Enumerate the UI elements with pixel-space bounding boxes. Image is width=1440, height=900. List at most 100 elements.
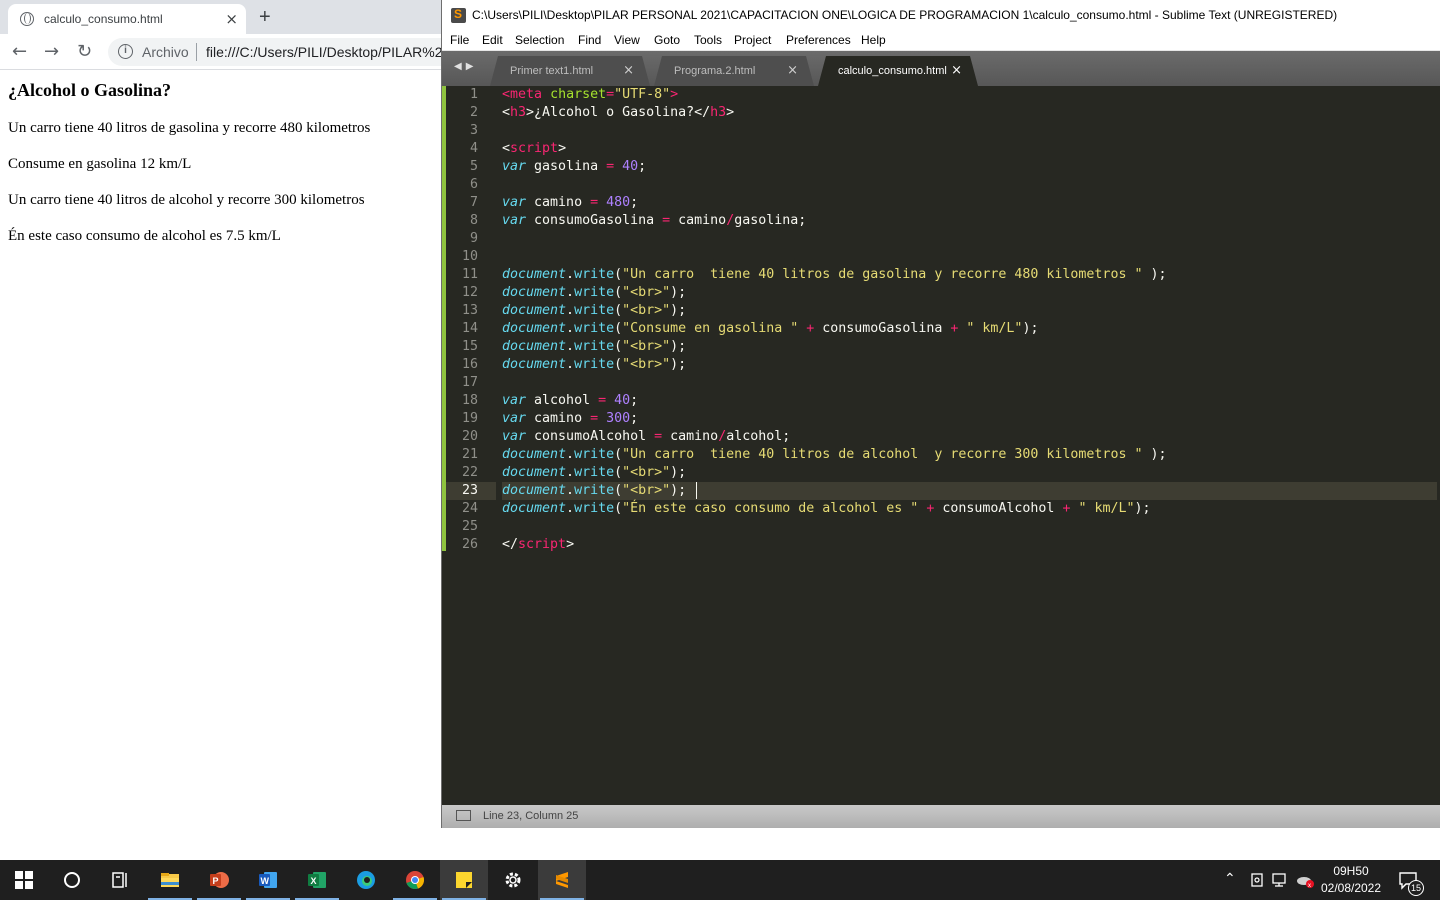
task-view-button[interactable]	[96, 860, 144, 900]
code-line[interactable]	[502, 230, 1437, 248]
tab-scroll-arrows-icon[interactable]: ◀▶	[454, 61, 477, 72]
code-line[interactable]: document.write("<br>");	[502, 482, 1437, 500]
code-line[interactable]: document.write("<br>");	[502, 338, 1437, 356]
close-tab-icon[interactable]: ×	[787, 63, 798, 78]
info-icon[interactable]: i	[118, 44, 133, 59]
menu-help[interactable]: Help	[861, 33, 886, 47]
sticky-notes-button[interactable]	[440, 860, 488, 900]
code-line[interactable]: var gasolina = 40;	[502, 158, 1437, 176]
location-icon[interactable]	[1250, 872, 1264, 888]
excel-button[interactable]: X	[293, 860, 341, 900]
code-line[interactable]	[502, 176, 1437, 194]
code-token: );	[1142, 267, 1167, 282]
taskbar-clock[interactable]: 09H50 02/08/2022	[1318, 863, 1384, 897]
sublime-window: C:\Users\PILI\Desktop\PILAR PERSONAL 202…	[441, 0, 1440, 828]
new-tab-button[interactable]: +	[259, 6, 271, 29]
code-line[interactable]: document.write("Un carro tiene 40 litros…	[502, 266, 1437, 284]
code-area[interactable]: <meta charset="UTF-8"> <h3>¿Alcohol o Gas…	[502, 86, 1437, 554]
menu-edit[interactable]: Edit	[482, 33, 503, 47]
menu-preferences[interactable]: Preferences	[786, 33, 851, 47]
code-line[interactable]: document.write("Én este caso consumo de …	[502, 500, 1437, 518]
code-line[interactable]: var alcohol = 40;	[502, 392, 1437, 410]
code-token: (	[614, 465, 623, 480]
code-line[interactable]	[502, 374, 1437, 392]
code-line[interactable]: <meta charset="UTF-8">	[502, 86, 1437, 104]
onedrive-error-icon[interactable]: x	[1296, 872, 1314, 888]
windows-start-button[interactable]	[0, 860, 48, 900]
code-token: write	[574, 303, 615, 318]
menu-project[interactable]: Project	[734, 33, 771, 47]
code-token: document	[502, 357, 567, 372]
word-button[interactable]: W	[244, 860, 292, 900]
chrome-button[interactable]	[391, 860, 439, 900]
editor-tab[interactable]: Primer text1.html ×	[490, 56, 650, 86]
code-line[interactable]	[502, 248, 1437, 266]
forward-arrow-icon[interactable]: →	[44, 41, 59, 62]
menu-goto[interactable]: Goto	[654, 33, 680, 47]
network-icon[interactable]	[1272, 872, 1290, 888]
settings-button[interactable]	[489, 860, 537, 900]
address-bar[interactable]: i Archivo file:///C:/Users/PILI/Desktop/…	[108, 38, 448, 66]
address-url[interactable]: file:///C:/Users/PILI/Desktop/PILAR%20PE…	[206, 44, 448, 60]
editor-tab-active[interactable]: calculo_consumo.html ×	[818, 56, 978, 86]
menu-find[interactable]: Find	[578, 33, 601, 47]
code-token: );	[670, 483, 687, 498]
close-tab-icon[interactable]: ×	[951, 63, 962, 78]
menu-selection[interactable]: Selection	[515, 33, 564, 47]
menu-view[interactable]: View	[614, 33, 640, 47]
code-line[interactable]: var camino = 300;	[502, 410, 1437, 428]
chevron-up-icon[interactable]: ⌃	[1224, 870, 1236, 887]
sublime-window-title: C:\Users\PILI\Desktop\PILAR PERSONAL 202…	[472, 8, 1338, 22]
powerpoint-button[interactable]: P	[195, 860, 243, 900]
code-token: "<br>"	[622, 357, 671, 372]
line-number: 8	[469, 213, 478, 228]
code-line[interactable]: document.write("Un carro tiene 40 litros…	[502, 446, 1437, 464]
browser-tab[interactable]: calculo_consumo.html ×	[8, 4, 246, 34]
code-token: var	[502, 213, 527, 228]
code-line[interactable]: document.write("<br>");	[502, 356, 1437, 374]
code-line[interactable]: <script>	[502, 140, 1437, 158]
close-tab-icon[interactable]: ×	[225, 10, 238, 28]
sticky-note-icon	[456, 872, 472, 888]
line-number: 15	[461, 339, 478, 354]
code-line[interactable]: var camino = 480;	[502, 194, 1437, 212]
windows-logo-icon	[15, 871, 33, 889]
folder-icon	[161, 873, 179, 887]
code-token: alcohol;	[726, 429, 791, 444]
code-token: .	[566, 465, 575, 480]
console-toggle-icon[interactable]	[456, 810, 471, 821]
menu-tools[interactable]: Tools	[694, 33, 722, 47]
line-number: 7	[469, 195, 478, 210]
code-line[interactable]	[502, 518, 1437, 536]
cortana-search-button[interactable]	[48, 860, 96, 900]
line-number: 26	[461, 537, 478, 552]
code-line[interactable]: document.write("<br>");	[502, 284, 1437, 302]
code-line[interactable]: var consumoAlcohol = camino/alcohol;	[502, 428, 1437, 446]
file-explorer-button[interactable]	[146, 860, 194, 900]
code-token: " km/L"	[966, 321, 1023, 336]
code-token: 480	[606, 195, 631, 210]
code-line[interactable]: var consumoGasolina = camino/gasolina;	[502, 212, 1437, 230]
code-line[interactable]: document.write("Consume en gasolina " + …	[502, 320, 1437, 338]
edge-button[interactable]	[342, 860, 390, 900]
code-line[interactable]	[502, 122, 1437, 140]
sublime-text-button[interactable]	[538, 860, 586, 900]
code-line[interactable]: </script>	[502, 536, 1437, 554]
back-arrow-icon[interactable]: ←	[12, 41, 27, 62]
menu-file[interactable]: File	[450, 33, 469, 47]
code-editor[interactable]: 1 2 3 4 5 6 7 8 9 10 11 12 13 14 15 16 17 18 19 20 21 22 23 24 2…	[442, 86, 1440, 805]
code-line[interactable]: document.write("<br>");	[502, 464, 1437, 482]
code-line[interactable]: <h3>¿Alcohol o Gasolina?</h3>	[502, 104, 1437, 122]
code-token: ;	[630, 411, 639, 426]
editor-tab[interactable]: Programa.2.html ×	[654, 56, 814, 86]
notification-center-button[interactable]: 15	[1396, 860, 1426, 900]
code-token: "Én este caso consumo de alcohol es "	[622, 501, 919, 516]
code-line[interactable]: document.write("<br>");	[502, 302, 1437, 320]
close-tab-icon[interactable]: ×	[623, 63, 634, 78]
globe-icon	[20, 12, 34, 26]
code-token: consumoGasolina	[526, 213, 663, 228]
reload-icon[interactable]: ↻	[77, 41, 92, 62]
svg-text:P: P	[213, 876, 219, 886]
